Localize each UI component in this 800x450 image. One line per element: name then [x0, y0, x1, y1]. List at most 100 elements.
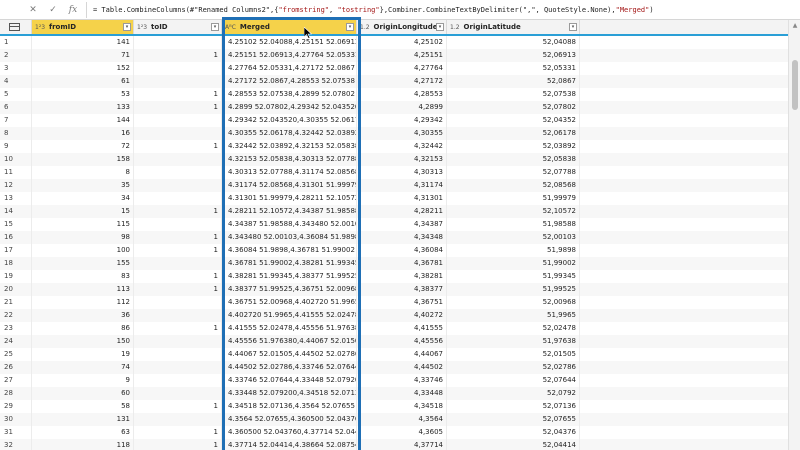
cell-originlongitude[interactable]: 4,33746 — [357, 374, 447, 387]
cell-originlongitude[interactable]: 4,36084 — [357, 244, 447, 257]
row-number[interactable]: 9 — [0, 140, 32, 153]
row-number[interactable]: 6 — [0, 101, 32, 114]
table-row[interactable]: 4 61 4.27172 52.0867,4.28553 52.07538 4,271… — [0, 75, 788, 88]
cell-merged[interactable]: 4.28211 52.10572,4.34387 51.98588 — [222, 205, 357, 218]
cell-originlongitude[interactable]: 4,28211 — [357, 205, 447, 218]
cell-toid[interactable] — [134, 75, 222, 88]
cell-originlatitude[interactable]: 52,02786 — [447, 361, 580, 374]
row-number[interactable]: 17 — [0, 244, 32, 257]
table-row[interactable]: 32 118 1 4.37714 52.04414,4.38664 52.08754 4… — [0, 439, 788, 450]
scrollbar-thumb[interactable] — [792, 60, 798, 110]
row-number[interactable]: 8 — [0, 127, 32, 140]
column-type-icon[interactable]: 1²3 — [35, 21, 45, 34]
row-number[interactable]: 1 — [0, 36, 32, 49]
cell-merged[interactable]: 4.25151 52.06913,4.27764 52.05331 — [222, 49, 357, 62]
cell-originlongitude[interactable]: 4,31301 — [357, 192, 447, 205]
cell-originlatitude[interactable]: 52,04088 — [447, 36, 580, 49]
cell-originlongitude[interactable]: 4,38377 — [357, 283, 447, 296]
cell-originlongitude[interactable]: 4,30355 — [357, 127, 447, 140]
cell-originlongitude[interactable]: 4,44067 — [357, 348, 447, 361]
table-row[interactable]: 5 53 1 4.28553 52.07538,4.2899 52.07802 4,28… — [0, 88, 788, 101]
cell-toid[interactable]: 1 — [134, 140, 222, 153]
cell-originlongitude[interactable]: 4,36751 — [357, 296, 447, 309]
row-number[interactable]: 26 — [0, 361, 32, 374]
cell-toid[interactable]: 1 — [134, 426, 222, 439]
cell-originlatitude[interactable]: 51,99525 — [447, 283, 580, 296]
table-row[interactable]: 8 16 4.30355 52.06178,4.32442 52.03892 4,30… — [0, 127, 788, 140]
table-row[interactable]: 31 63 1 4.360500 52.043760,4.37714 52.04414… — [0, 426, 788, 439]
column-filter-dropdown-icon[interactable]: ▾ — [123, 23, 131, 31]
cell-merged[interactable]: 4.33746 52.07644,4.33448 52.079200 — [222, 374, 357, 387]
cell-toid[interactable] — [134, 257, 222, 270]
cell-originlongitude[interactable]: 4,2899 — [357, 101, 447, 114]
column-header-toid[interactable]: 1²3 toID ▾ — [134, 20, 222, 34]
cell-originlongitude[interactable]: 4,34348 — [357, 231, 447, 244]
vertical-scrollbar[interactable]: ▲ — [788, 20, 800, 450]
table-row[interactable]: 24 150 4.45556 51.976380,4.44067 52.01505 4… — [0, 335, 788, 348]
cell-merged[interactable]: 4.44502 52.02786,4.33746 52.07644 — [222, 361, 357, 374]
column-filter-dropdown-icon[interactable]: ▾ — [346, 23, 354, 31]
cell-fromid[interactable]: 61 — [32, 75, 134, 88]
cell-fromid[interactable]: 35 — [32, 179, 134, 192]
cell-fromid[interactable]: 144 — [32, 114, 134, 127]
row-number[interactable]: 3 — [0, 62, 32, 75]
cell-toid[interactable] — [134, 114, 222, 127]
table-row[interactable]: 23 86 1 4.41555 52.02478,4.45556 51.976380 4… — [0, 322, 788, 335]
table-row[interactable]: 14 15 1 4.28211 52.10572,4.34387 51.98588 4,… — [0, 205, 788, 218]
row-number[interactable]: 29 — [0, 400, 32, 413]
cell-merged[interactable]: 4.27172 52.0867,4.28553 52.07538 — [222, 75, 357, 88]
cell-fromid[interactable]: 158 — [32, 153, 134, 166]
table-row[interactable]: 2 71 1 4.25151 52.06913,4.27764 52.05331 4,2… — [0, 49, 788, 62]
cell-merged[interactable]: 4.31301 51.99979,4.28211 52.10572 — [222, 192, 357, 205]
row-number[interactable]: 14 — [0, 205, 32, 218]
cell-originlatitude[interactable]: 51,99002 — [447, 257, 580, 270]
cell-fromid[interactable]: 16 — [32, 127, 134, 140]
row-number[interactable]: 18 — [0, 257, 32, 270]
cell-originlatitude[interactable]: 52,05331 — [447, 62, 580, 75]
cell-fromid[interactable]: 98 — [32, 231, 134, 244]
row-number[interactable]: 19 — [0, 270, 32, 283]
cell-fromid[interactable]: 63 — [32, 426, 134, 439]
cell-merged[interactable]: 4.402720 51.9965,4.41555 52.02478 — [222, 309, 357, 322]
table-row[interactable]: 15 115 4.34387 51.98588,4.343480 52.00103 4… — [0, 218, 788, 231]
cell-originlatitude[interactable]: 52,10572 — [447, 205, 580, 218]
cell-originlatitude[interactable]: 52,07538 — [447, 88, 580, 101]
cell-toid[interactable] — [134, 153, 222, 166]
cell-toid[interactable] — [134, 296, 222, 309]
cell-originlatitude[interactable]: 51,97638 — [447, 335, 580, 348]
cell-fromid[interactable]: 53 — [32, 88, 134, 101]
table-row[interactable]: 17 100 1 4.36084 51.9898,4.36781 51.99002 4,… — [0, 244, 788, 257]
column-header-merged[interactable]: AᴮC Merged ▾ — [222, 20, 357, 34]
row-number[interactable]: 24 — [0, 335, 32, 348]
table-row[interactable]: 12 35 4.31174 52.08568,4.31301 51.99979 4,3… — [0, 179, 788, 192]
cell-merged[interactable]: 4.36084 51.9898,4.36781 51.99002 — [222, 244, 357, 257]
cell-originlatitude[interactable]: 52,02478 — [447, 322, 580, 335]
cell-fromid[interactable]: 19 — [32, 348, 134, 361]
cell-originlongitude[interactable]: 4,32442 — [357, 140, 447, 153]
cell-originlongitude[interactable]: 4,38281 — [357, 270, 447, 283]
cell-merged[interactable]: 4.30355 52.06178,4.32442 52.03892 — [222, 127, 357, 140]
cell-merged[interactable]: 4.44067 52.01505,4.44502 52.02786 — [222, 348, 357, 361]
row-number[interactable]: 13 — [0, 192, 32, 205]
column-header-fromid[interactable]: 1²3 fromID ▾ — [32, 20, 134, 34]
cell-fromid[interactable]: 8 — [32, 166, 134, 179]
cell-merged[interactable]: 4.27764 52.05331,4.27172 52.0867 — [222, 62, 357, 75]
cell-originlatitude[interactable]: 51,9898 — [447, 244, 580, 257]
cell-toid[interactable]: 1 — [134, 49, 222, 62]
cell-originlatitude[interactable]: 52,04414 — [447, 439, 580, 450]
cell-fromid[interactable]: 71 — [32, 49, 134, 62]
table-row[interactable]: 26 74 4.44502 52.02786,4.33746 52.07644 4,4… — [0, 361, 788, 374]
cell-fromid[interactable]: 86 — [32, 322, 134, 335]
row-number[interactable]: 27 — [0, 374, 32, 387]
cell-merged[interactable]: 4.32153 52.05838,4.30313 52.07788 — [222, 153, 357, 166]
cell-toid[interactable] — [134, 192, 222, 205]
cell-originlatitude[interactable]: 52,08568 — [447, 179, 580, 192]
table-row[interactable]: 21 112 4.36751 52.00968,4.402720 51.9965 4,… — [0, 296, 788, 309]
cell-toid[interactable]: 1 — [134, 231, 222, 244]
cell-merged[interactable]: 4.37714 52.04414,4.38664 52.08754 — [222, 439, 357, 450]
cell-toid[interactable] — [134, 335, 222, 348]
cell-merged[interactable]: 4.360500 52.043760,4.37714 52.04414 — [222, 426, 357, 439]
cell-fromid[interactable]: 141 — [32, 36, 134, 49]
cell-originlongitude[interactable]: 4,40272 — [357, 309, 447, 322]
cell-originlongitude[interactable]: 4,33448 — [357, 387, 447, 400]
